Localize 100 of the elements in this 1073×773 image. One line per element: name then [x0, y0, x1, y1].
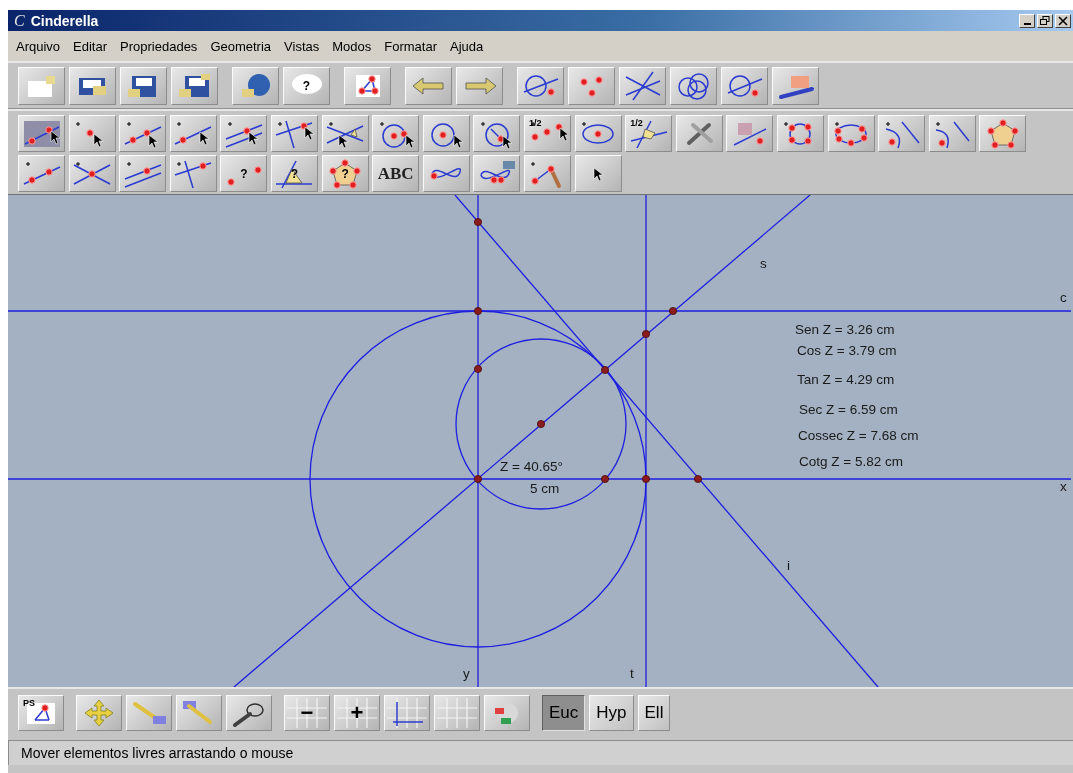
- tool-button[interactable]: [675, 115, 723, 152]
- menu-item[interactable]: Propriedades: [120, 38, 198, 54]
- point-marker: [694, 475, 702, 483]
- tool-button[interactable]: [523, 155, 571, 192]
- tool-button[interactable]: [226, 695, 272, 731]
- menu-item[interactable]: Ajuda: [450, 38, 484, 54]
- tool-button[interactable]: −: [284, 695, 330, 731]
- measurement-text: Cotg Z = 5.82 cm: [799, 454, 903, 469]
- geometry-mode-button[interactable]: Ell: [637, 695, 671, 731]
- tool-button[interactable]: [119, 115, 167, 152]
- tool-button[interactable]: [321, 115, 369, 152]
- tool-button[interactable]: [473, 115, 521, 152]
- tool-button[interactable]: [928, 115, 976, 152]
- geometry-mode-button[interactable]: Hyp: [589, 695, 634, 731]
- tool-button[interactable]: PS: [18, 695, 64, 731]
- status-text: Mover elementos livres arrastando o mouse: [21, 745, 294, 761]
- tool-button[interactable]: [68, 155, 116, 192]
- tool-button[interactable]: [776, 115, 824, 152]
- line-label: x: [1060, 479, 1067, 494]
- tool-button[interactable]: [574, 155, 622, 192]
- restore-icon: [1040, 15, 1050, 26]
- point-marker: [601, 475, 609, 483]
- tool-button[interactable]: [270, 115, 318, 152]
- line-label: s: [760, 256, 767, 271]
- tool-button[interactable]: [169, 155, 217, 192]
- tool-button[interactable]: [517, 67, 564, 105]
- tool-button[interactable]: [120, 67, 167, 105]
- line-label: c: [1060, 290, 1067, 305]
- tool-button[interactable]: ABC: [372, 155, 420, 192]
- measurement-text: Cos Z = 3.79 cm: [797, 343, 897, 358]
- point-marker: [642, 330, 650, 338]
- tool-button[interactable]: [878, 115, 926, 152]
- point-marker: [474, 365, 482, 373]
- tool-button[interactable]: [574, 115, 622, 152]
- geometry-mode-button[interactable]: Euc: [542, 695, 586, 731]
- menu-item[interactable]: Geometria: [210, 38, 272, 54]
- close-icon: [1058, 15, 1068, 26]
- point-marker: [642, 475, 650, 483]
- line-label: i: [787, 558, 790, 573]
- tool-button[interactable]: [721, 67, 768, 105]
- angle-label: Z = 40.65°: [500, 459, 563, 474]
- tool-button[interactable]: 1/2: [625, 115, 673, 152]
- minimize-button[interactable]: [1019, 13, 1035, 28]
- tool-button[interactable]: [68, 115, 116, 152]
- tool-button[interactable]: [422, 155, 470, 192]
- zoom-plus-icon: [337, 698, 377, 728]
- menu-item[interactable]: Vistas: [284, 38, 320, 54]
- perpendicular-icon: [274, 118, 315, 149]
- tool-button[interactable]: [979, 115, 1027, 152]
- tool-button[interactable]: [422, 115, 470, 152]
- menu-item[interactable]: Modos: [332, 38, 372, 54]
- perpendicular-line-icon: [173, 158, 214, 189]
- tool-button[interactable]: [344, 67, 391, 105]
- app-logo: C: [14, 11, 25, 30]
- select-icon: [593, 166, 604, 181]
- menu-item[interactable]: Arquivo: [16, 38, 61, 54]
- tool-button[interactable]: [69, 67, 116, 105]
- tool-button[interactable]: [726, 115, 774, 152]
- measurement-text: Cossec Z = 7.68 cm: [798, 428, 919, 443]
- move-icon: [21, 118, 62, 149]
- tool-button[interactable]: [619, 67, 666, 105]
- window-title: Cinderella: [30, 12, 99, 29]
- tool-button[interactable]: [384, 695, 430, 731]
- zoom-minus-icon: [287, 698, 327, 728]
- tool-button[interactable]: [473, 155, 521, 192]
- tool-button[interactable]: ?: [283, 67, 330, 105]
- minimize-icon: [1023, 22, 1031, 25]
- tool-button[interactable]: [119, 155, 167, 192]
- radius-label: 5 cm: [530, 481, 560, 496]
- tool-button[interactable]: ?: [220, 155, 268, 192]
- tool-button[interactable]: [827, 115, 875, 152]
- measurement-text: Sec Z = 6.59 cm: [799, 402, 898, 417]
- line-label: t: [630, 666, 634, 681]
- maximize-button[interactable]: [1037, 13, 1053, 28]
- measurement-text: Tan Z = 4.29 cm: [797, 372, 895, 387]
- menu-item[interactable]: Formatar: [384, 38, 437, 54]
- tool-button[interactable]: [169, 115, 217, 152]
- tool-button[interactable]: [18, 155, 65, 192]
- tool-button[interactable]: [220, 115, 268, 152]
- tool-button[interactable]: [372, 115, 420, 152]
- grid-icon: [437, 698, 477, 728]
- tool-button[interactable]: [171, 67, 218, 105]
- tool-button[interactable]: [232, 67, 279, 105]
- tool-button[interactable]: 1/2: [523, 115, 571, 152]
- close-button[interactable]: [1055, 13, 1071, 28]
- point-marker: [474, 475, 482, 483]
- tool-button[interactable]: ?: [321, 155, 369, 192]
- point-marker: [474, 218, 482, 226]
- tool-button[interactable]: [18, 115, 65, 152]
- tool-button[interactable]: [670, 67, 717, 105]
- point-marker: [537, 420, 545, 428]
- tool-button[interactable]: ?: [270, 155, 318, 192]
- tool-button[interactable]: [568, 67, 615, 105]
- point-marker: [601, 366, 609, 374]
- point-marker: [669, 307, 677, 315]
- tool-button[interactable]: [772, 67, 819, 105]
- tool-button[interactable]: +: [334, 695, 380, 731]
- point-marker: [474, 307, 482, 315]
- menu-item[interactable]: Editar: [73, 38, 108, 54]
- line-label: y: [463, 666, 470, 681]
